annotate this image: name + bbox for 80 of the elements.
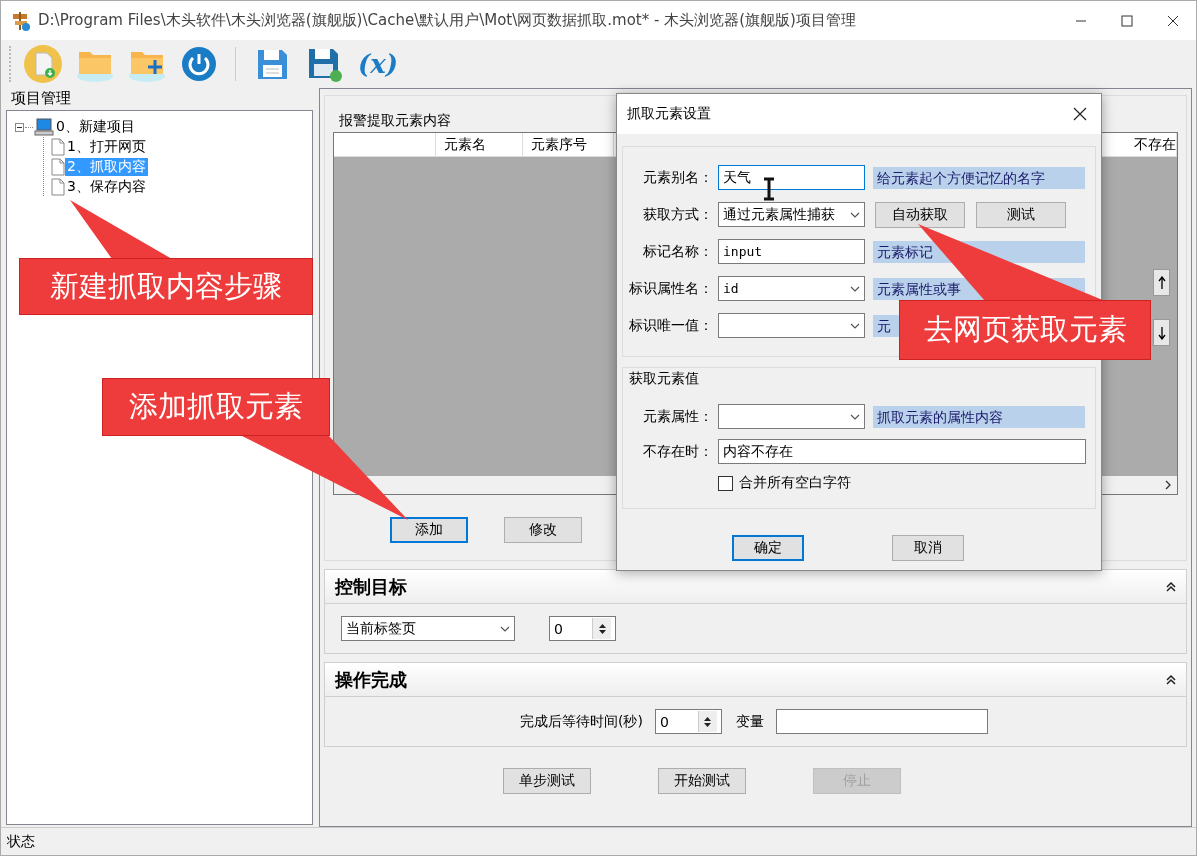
dialog-button[interactable]: 取消 xyxy=(892,535,964,561)
field-label: 元素别名： xyxy=(642,168,713,187)
close-icon[interactable] xyxy=(1167,14,1179,27)
input-field[interactable]: input xyxy=(718,239,865,264)
section-title: 操作完成 xyxy=(335,667,407,692)
field-hint: 元素标记 xyxy=(877,242,933,262)
window-title: D:\Program Files\木头软件\木头浏览器(旗舰版)\Cache\默认用户\Mot\网页数据抓取.mot* - 木头浏览器(旗舰版)项目管理 xyxy=(38,11,857,30)
field-hint: 元素属性或事 xyxy=(877,279,961,299)
combo-field[interactable]: id xyxy=(718,276,865,301)
close-icon[interactable] xyxy=(1073,107,1087,121)
test-button[interactable]: 单步测试 xyxy=(503,768,591,794)
document-icon xyxy=(51,178,65,196)
combo-field[interactable] xyxy=(718,313,865,338)
section-header[interactable]: 控制目标 xyxy=(325,570,1186,604)
dialog-action-button[interactable]: 测试 xyxy=(976,201,1066,228)
tree-item[interactable]: 1、打开网页 xyxy=(65,138,148,156)
arrow-down-icon xyxy=(1157,325,1166,340)
dialog-action-button[interactable]: 自动获取 xyxy=(875,201,965,228)
chevron-down-icon xyxy=(850,285,860,292)
chevron-down-icon xyxy=(850,413,860,420)
variable-button[interactable]: (x) xyxy=(354,42,403,86)
method-dropdown[interactable]: 通过元素属性捕获 xyxy=(718,202,865,227)
wait-time-label: 完成后等待时间(秒) xyxy=(520,712,643,731)
text-cursor-icon xyxy=(762,177,776,201)
move-down-button[interactable] xyxy=(1153,319,1170,346)
spin-arrows-icon[interactable] xyxy=(704,715,712,728)
number-spinner[interactable]: 0 xyxy=(654,709,722,734)
app-icon xyxy=(10,9,32,32)
dialog-button[interactable]: 确定 xyxy=(732,535,804,561)
combo-field[interactable] xyxy=(718,404,865,429)
section-header[interactable]: 操作完成 xyxy=(325,663,1186,697)
dialog-title: 抓取元素设置 xyxy=(627,105,711,123)
table-action-button[interactable]: 添加 xyxy=(390,517,468,543)
status-text: 状态 xyxy=(7,832,35,851)
power-icon[interactable] xyxy=(179,44,219,84)
section-title: 控制目标 xyxy=(335,574,407,599)
arrow-up-icon xyxy=(1157,275,1166,290)
group-title: 报警提取元素内容 xyxy=(339,112,451,130)
field-label: 标识属性名： xyxy=(628,279,713,298)
chevron-right-icon xyxy=(1165,480,1171,490)
maximize-icon[interactable] xyxy=(1121,14,1133,27)
document-icon xyxy=(51,158,65,176)
spin-arrows-icon[interactable] xyxy=(598,622,606,635)
checkbox-label: 合并所有空白字符 xyxy=(739,474,851,492)
new-document-icon[interactable] xyxy=(23,44,63,84)
column-header: 不存在 xyxy=(1130,133,1177,156)
tab-dropdown[interactable]: 当前标签页 xyxy=(341,616,515,641)
test-button[interactable]: 开始测试 xyxy=(658,768,746,794)
tree-item[interactable]: 0、新建项目 xyxy=(54,118,137,136)
column-header: 元素序号 xyxy=(523,133,614,156)
field-hint: 抓取元素的属性内容 xyxy=(877,407,1003,427)
chevron-down-icon xyxy=(500,625,510,632)
document-icon xyxy=(51,138,65,156)
field-label: 标记名称： xyxy=(642,242,713,261)
field-label: 元素属性： xyxy=(642,407,713,426)
callout-label: 去网页获取元素 xyxy=(899,300,1151,360)
move-up-button[interactable] xyxy=(1153,269,1170,296)
variable-field[interactable] xyxy=(775,709,988,734)
collapse-icon[interactable] xyxy=(15,122,24,132)
column-header: 元素名 xyxy=(436,133,523,156)
computer-icon xyxy=(34,118,54,136)
field-label: 标识唯一值： xyxy=(628,316,713,335)
field-hint: 元 xyxy=(877,316,891,336)
group-title: 获取元素值 xyxy=(629,370,699,388)
input-field[interactable]: 内容不存在 xyxy=(718,439,1086,464)
collapse-icon[interactable] xyxy=(1166,581,1176,592)
number-spinner[interactable]: 0 xyxy=(549,616,616,641)
field-label: 不存在时： xyxy=(642,442,713,461)
checkbox[interactable] xyxy=(718,475,733,491)
field-hint: 给元素起个方便记忆的名字 xyxy=(877,168,1045,188)
field-label: 获取方式： xyxy=(642,205,713,224)
input-field[interactable]: 天气 xyxy=(718,165,865,190)
variable-label: 变量 xyxy=(735,712,764,731)
chevron-down-icon xyxy=(850,211,860,218)
chevron-down-icon xyxy=(850,322,860,329)
panel-title: 项目管理 xyxy=(10,88,72,109)
collapse-icon[interactable] xyxy=(1166,674,1176,685)
table-action-button[interactable]: 修改 xyxy=(504,517,582,543)
callout-label: 添加抓取元素 xyxy=(102,378,330,436)
tree-item[interactable]: 3、保存内容 xyxy=(65,178,148,196)
